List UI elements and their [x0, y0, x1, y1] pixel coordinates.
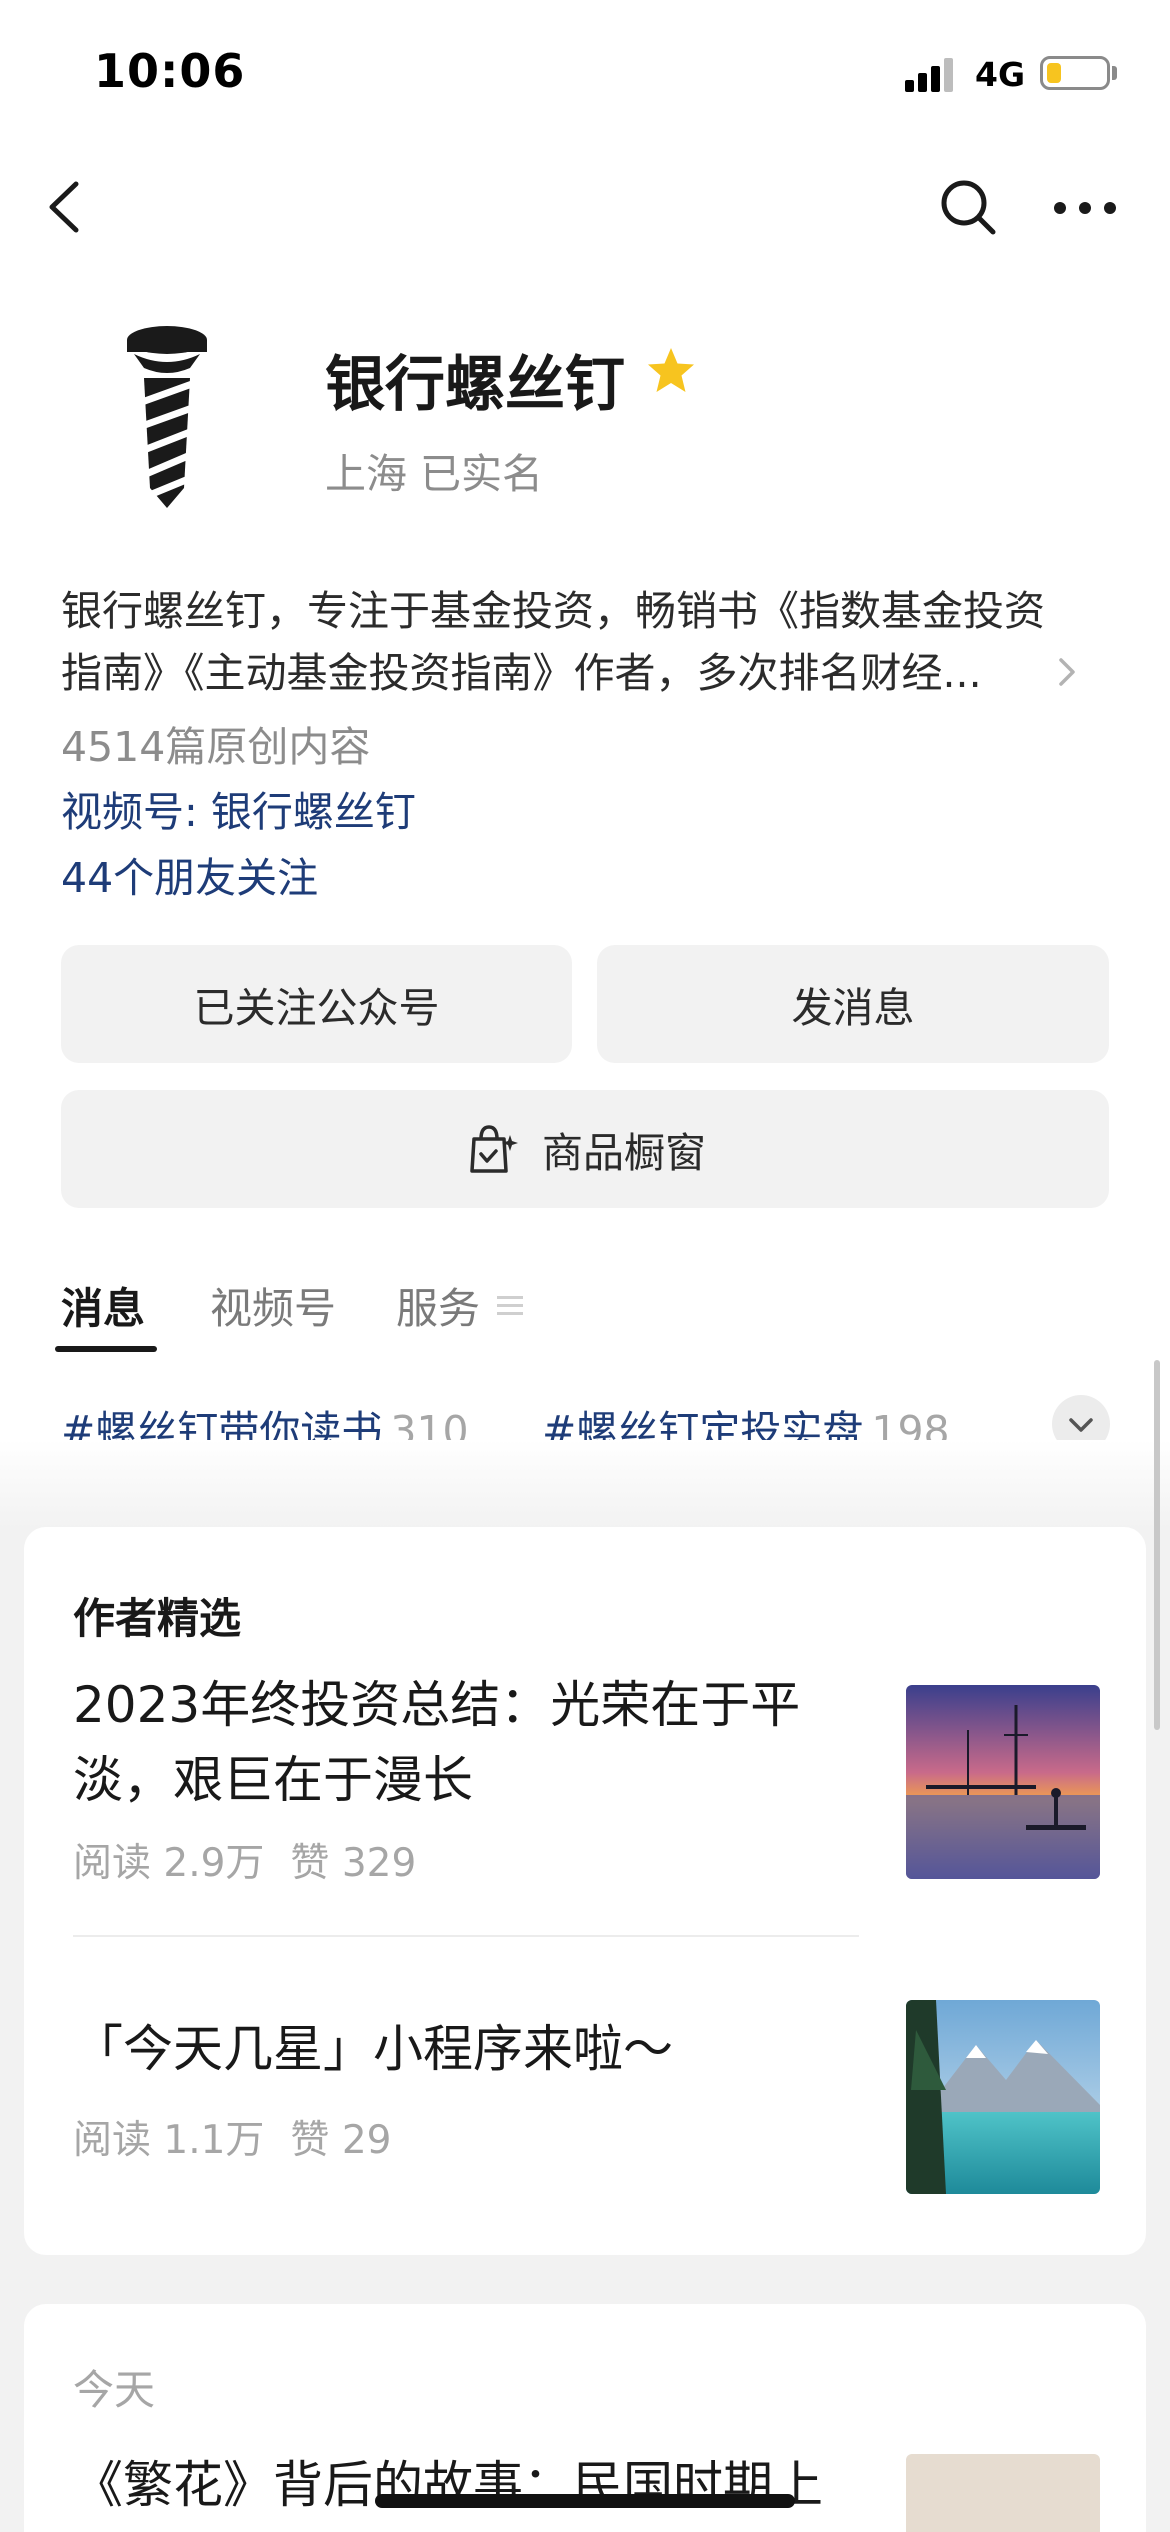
followed-button[interactable]: 已关注公众号 [61, 945, 572, 1063]
scrollbar[interactable] [1154, 1360, 1160, 1730]
post-likes: 赞 329 [290, 1841, 417, 1886]
signal-icon [905, 56, 957, 92]
send-message-button[interactable]: 发消息 [597, 945, 1109, 1063]
post-likes: 赞 29 [290, 2118, 392, 2163]
post-thumbnail[interactable] [906, 2454, 1100, 2532]
followed-button-label: 已关注公众号 [193, 984, 440, 1032]
shopping-bag-icon [470, 1125, 518, 1173]
account-meta: 上海 已实名 [325, 450, 544, 498]
tab-channels[interactable]: 视频号 [210, 1275, 336, 1336]
post-stats: 阅读 1.1万赞 29 [73, 2109, 391, 2165]
article-count: 4514篇原创内容 [61, 723, 371, 771]
battery-icon [1040, 56, 1110, 90]
friends-follow-link[interactable]: 44个朋友关注 [61, 844, 318, 904]
chevron-left-icon [49, 181, 79, 233]
shop-window-button[interactable]: 商品橱窗 [61, 1090, 1109, 1208]
tab-services[interactable]: 服务 [396, 1275, 480, 1336]
send-message-label: 发消息 [791, 984, 915, 1032]
channel-link[interactable]: 视频号: 银行螺丝钉 [61, 778, 416, 838]
screw-logo-icon [127, 326, 207, 508]
description-line-2: 指南》《主动基金投资指南》作者，多次排名财经... [61, 649, 982, 697]
battery-tip [1112, 66, 1117, 80]
post-thumbnail[interactable] [906, 2000, 1100, 2194]
menu-lines-icon [495, 1292, 525, 1320]
search-button[interactable] [933, 172, 1003, 242]
search-icon [941, 180, 996, 235]
tab-messages[interactable]: 消息 [61, 1275, 145, 1336]
status-bar: 10:06 4G [0, 0, 1170, 150]
star-icon[interactable] [645, 345, 697, 397]
tab-active-indicator [55, 1346, 157, 1352]
post-reads: 阅读 2.9万 [73, 1841, 265, 1886]
description-line-1: 银行螺丝钉，专注于基金投资，畅销书《指数基金投资 [61, 587, 1045, 635]
star-shape [648, 348, 694, 392]
divider [73, 1935, 859, 1937]
back-button[interactable] [38, 172, 98, 242]
post-title[interactable]: 《繁花》背后的故事：民国时期上 [73, 2448, 853, 2523]
sunset-lake-image [906, 1685, 1100, 1879]
featured-title: 作者精选 [73, 1594, 242, 1643]
post-thumbnail[interactable] [906, 1685, 1100, 1879]
chevron-right-icon[interactable] [1055, 652, 1079, 692]
account-name: 银行螺丝钉 [325, 350, 625, 420]
mountain-lake-image [906, 2000, 1100, 2194]
shop-window-label: 商品橱窗 [542, 1129, 706, 1177]
post-reads: 阅读 1.1万 [73, 2118, 265, 2163]
home-indicator[interactable] [375, 2494, 795, 2508]
today-label: 今天 [73, 2366, 155, 2414]
post-title[interactable]: 2023年终投资总结：光荣在于平淡，艰巨在于漫长 [73, 1668, 853, 1818]
more-button[interactable] [1050, 180, 1120, 236]
network-type: 4G [975, 55, 1026, 94]
more-icon [1054, 202, 1116, 214]
avatar[interactable] [112, 318, 222, 508]
featured-card: 作者精选 2023年终投资总结：光荣在于平淡，艰巨在于漫长 阅读 2.9万赞 3… [24, 1527, 1146, 2255]
account-description[interactable]: 银行螺丝钉，专注于基金投资，畅销书《指数基金投资 指南》《主动基金投资指南》作者… [61, 580, 1091, 704]
status-time: 10:06 [94, 44, 246, 98]
post-title[interactable]: 「今天几星」小程序来啦～ [73, 2012, 853, 2087]
post-stats: 阅读 2.9万赞 329 [73, 1832, 416, 1888]
